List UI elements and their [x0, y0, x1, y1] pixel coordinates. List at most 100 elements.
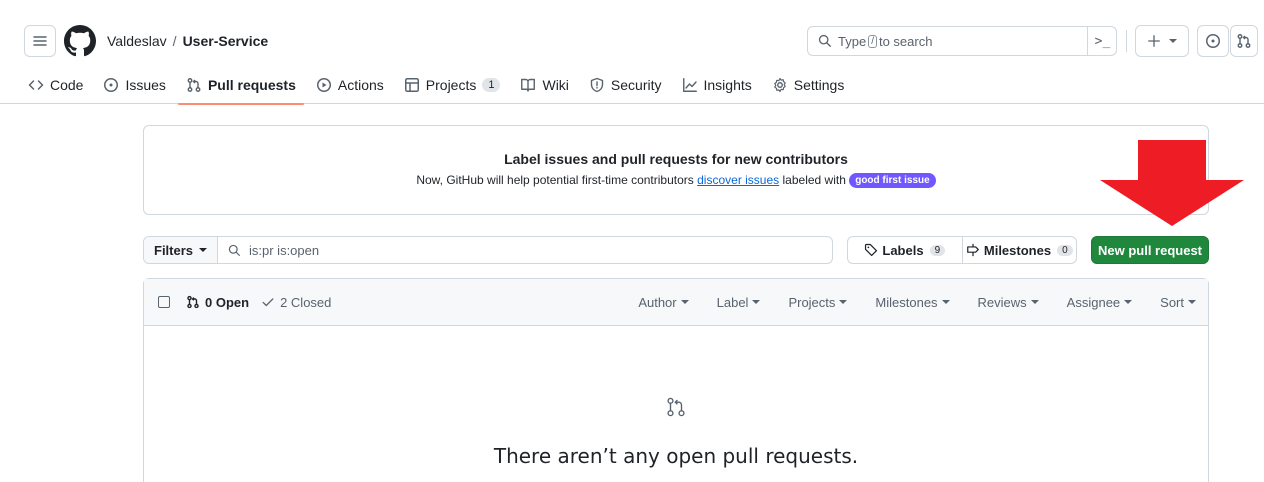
discover-issues-link[interactable]: discover issues: [697, 173, 779, 187]
chevron-down-icon: [1124, 300, 1133, 304]
tab-settings[interactable]: Settings: [764, 66, 853, 104]
command-palette-button[interactable]: >_: [1087, 27, 1117, 55]
chevron-down-icon: [680, 300, 689, 304]
filter-query: is:pr is:open: [249, 242, 320, 258]
tab-actions[interactable]: Actions: [308, 66, 392, 104]
search-icon: [228, 244, 240, 256]
header-divider: [1126, 30, 1127, 52]
book-icon: [521, 78, 536, 92]
repo-header: Valdeslav / User-Service Type / to search …: [0, 0, 1264, 105]
repo-nav: Code Issues Pull requests Actions Projec…: [0, 66, 856, 105]
filter-menus: Author Label Projects Milestones Reviews…: [638, 295, 1196, 310]
chevron-down-icon: [1188, 300, 1196, 304]
sort-menu[interactable]: Sort: [1160, 295, 1196, 310]
chevron-down-icon: [199, 248, 208, 252]
create-new-button[interactable]: [1135, 25, 1189, 57]
git-pull-request-icon: [1237, 34, 1251, 48]
projects-menu[interactable]: Projects: [788, 294, 848, 310]
good-first-issue-label[interactable]: good first issue: [849, 173, 936, 188]
tab-issues[interactable]: Issues: [95, 66, 173, 104]
pull-request-list: 0 Open 2 Closed Author Label Projects Mi…: [143, 278, 1209, 482]
hamburger-icon: [33, 36, 47, 46]
search-shortcut-key: /: [868, 34, 877, 48]
banner-text-before: Now, GitHub will help potential first-ti…: [416, 173, 694, 187]
closed-filter-link[interactable]: 2 Closed: [261, 295, 331, 310]
search-icon: [818, 34, 831, 47]
issue-opened-icon: [104, 78, 119, 92]
table-icon: [404, 78, 419, 92]
owner-link[interactable]: Valdeslav: [107, 33, 167, 49]
tab-label: Actions: [337, 77, 384, 93]
filters-label: Filters: [154, 242, 194, 258]
banner-text-after: labeled with: [782, 173, 846, 187]
search-placeholder-prefix: Type: [838, 33, 867, 49]
issues-button[interactable]: [1197, 25, 1229, 57]
filters-button[interactable]: Filters: [144, 237, 219, 263]
menu-label: Sort: [1160, 294, 1184, 310]
milestones-menu[interactable]: Milestones: [875, 294, 950, 310]
search-placeholder-suffix: to search: [878, 33, 933, 49]
filter-search-input[interactable]: is:pr is:open: [218, 243, 319, 258]
tab-projects[interactable]: Projects 1: [396, 66, 509, 104]
repo-link[interactable]: User-Service: [183, 33, 269, 49]
tab-label: Insights: [703, 77, 752, 93]
tab-label: Pull requests: [207, 77, 296, 93]
git-pull-request-icon: [667, 397, 685, 417]
projects-count-badge: 1: [482, 78, 501, 92]
chevron-down-icon: [1030, 300, 1039, 304]
closed-count: 2 Closed: [280, 294, 332, 310]
tab-security[interactable]: Security: [581, 66, 670, 104]
labels-count: 9: [929, 244, 946, 256]
issue-opened-icon: [1206, 34, 1220, 48]
new-pull-request-button[interactable]: New pull request: [1091, 236, 1209, 264]
menu-label: Assignee: [1066, 294, 1121, 310]
banner-text: Now, GitHub will help potential first-ti…: [144, 173, 1208, 188]
red-arrow-annotation: [1100, 140, 1244, 226]
milestones-label: Milestones: [983, 242, 1052, 258]
gear-icon: [773, 77, 786, 93]
chevron-down-icon: [1169, 39, 1177, 43]
select-all-checkbox[interactable]: [158, 296, 170, 308]
menu-label: Reviews: [977, 294, 1027, 310]
blankslate: There aren’t any open pull requests.: [144, 326, 1208, 482]
labels-label: Labels: [882, 242, 924, 258]
github-logo-icon[interactable]: [64, 25, 96, 57]
git-pull-request-icon: [187, 78, 201, 92]
tab-insights[interactable]: Insights: [674, 66, 760, 104]
menu-label: Label: [716, 294, 749, 310]
menu-label: Milestones: [875, 294, 938, 310]
chevron-down-icon: [752, 300, 761, 304]
empty-state-title: There aren’t any open pull requests.: [493, 444, 859, 468]
menu-label: Projects: [788, 294, 836, 310]
reviews-menu[interactable]: Reviews: [978, 295, 1039, 310]
code-icon: [28, 80, 44, 90]
menu-label: Author: [638, 294, 677, 310]
terminal-icon: >_: [1094, 33, 1111, 49]
assignee-menu[interactable]: Assignee: [1066, 294, 1133, 310]
tab-pull-requests[interactable]: Pull requests: [177, 66, 304, 105]
chevron-down-icon: [941, 300, 950, 304]
menu-button[interactable]: [24, 25, 56, 57]
shield-icon: [590, 77, 604, 93]
label-menu[interactable]: Label: [717, 295, 761, 310]
author-menu[interactable]: Author: [638, 294, 689, 310]
tab-label: Wiki: [542, 77, 569, 93]
play-icon: [316, 78, 331, 92]
open-filter-link[interactable]: 0 Open: [186, 295, 249, 310]
milestones-count: 0: [1057, 244, 1073, 256]
check-icon: [262, 298, 274, 307]
chevron-down-icon: [839, 300, 848, 304]
pull-requests-button[interactable]: [1230, 25, 1258, 57]
plus-icon: [1148, 35, 1160, 47]
milestones-button[interactable]: Milestones 0: [961, 237, 1077, 263]
tab-label: Security: [610, 77, 662, 93]
filter-bar: Filters is:pr is:open: [143, 236, 833, 264]
graph-icon: [682, 78, 697, 92]
labels-button[interactable]: Labels 9: [848, 237, 962, 263]
banner-title: Label issues and pull requests for new c…: [504, 151, 848, 167]
search-input[interactable]: Type / to search: [807, 26, 1117, 56]
tab-wiki[interactable]: Wiki: [512, 66, 576, 104]
tag-icon: [865, 243, 878, 257]
tab-code[interactable]: Code: [20, 66, 91, 104]
breadcrumb: Valdeslav / User-Service: [107, 32, 268, 50]
